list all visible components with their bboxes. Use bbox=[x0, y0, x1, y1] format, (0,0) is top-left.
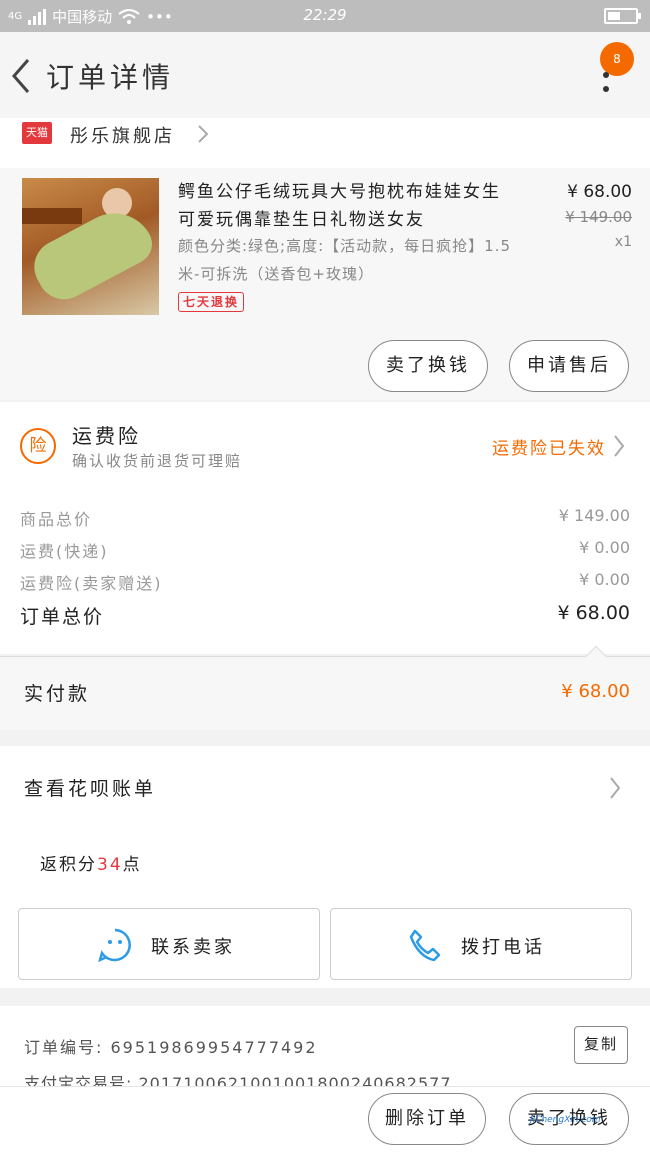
product-spec: 颜色分类:绿色;高度:【活动款，每日疯抢】1.5米-可拆洗（送香包+玫瑰） bbox=[178, 237, 512, 283]
cost-label: 商品总价 bbox=[20, 510, 93, 529]
reward-points-value: 34 bbox=[97, 855, 123, 875]
points-section: 返积分34点 联系卖家 拨打电话 bbox=[0, 828, 650, 988]
page-title: 订单详情 bbox=[46, 61, 175, 94]
product-quantity: x1 bbox=[614, 234, 632, 250]
huabei-bill-row[interactable]: 查看花呗账单 bbox=[0, 746, 650, 828]
cost-label: 运费险(卖家赠送) bbox=[20, 574, 163, 593]
actual-payment-row: 实付款 ¥ 68.00 bbox=[0, 645, 650, 730]
more-menu-icon[interactable] bbox=[600, 72, 612, 112]
store-row[interactable]: 天猫 彤乐旗舰店 bbox=[0, 118, 650, 168]
actual-payment-value: ¥ 68.00 bbox=[561, 681, 630, 702]
return-policy-tag: 七天退换 bbox=[178, 292, 245, 312]
cost-row-goods: 商品总价 ¥ 149.00 bbox=[20, 506, 630, 536]
store-name: 彤乐旗舰店 bbox=[70, 126, 175, 147]
product-price: ¥ 68.00 bbox=[567, 182, 632, 202]
product-original-price: ¥ 149.00 bbox=[565, 208, 632, 226]
battery-icon bbox=[604, 8, 641, 24]
contact-seller-button[interactable]: 联系卖家 bbox=[18, 908, 320, 980]
cost-label: 订单总价 bbox=[20, 606, 105, 628]
product-title: 鳄鱼公仔毛绒玩具大号抱枕布娃娃女生可爱玩偶靠垫生日礼物送女友 bbox=[178, 182, 501, 230]
shipping-insurance-row[interactable]: 险 运费险 确认收货前退货可理赔 运费险已失效 bbox=[0, 402, 650, 484]
huabei-bill-label: 查看花呗账单 bbox=[24, 778, 157, 800]
insurance-subtitle: 确认收货前退货可理赔 bbox=[72, 452, 243, 470]
contact-seller-label: 联系卖家 bbox=[151, 937, 235, 958]
chevron-right-icon bbox=[198, 125, 209, 143]
sell-exchange-button[interactable]: 卖了换钱 bbox=[368, 340, 488, 392]
after-sale-button[interactable]: 申请售后 bbox=[509, 340, 629, 392]
order-info: 订单编号: 69519869954777492 支付宝交易号: 20171006… bbox=[0, 1006, 650, 1086]
chevron-right-icon bbox=[614, 435, 625, 457]
message-badge: 8 bbox=[600, 42, 634, 76]
insurance-status: 运费险已失效 bbox=[492, 439, 606, 459]
bottom-action-bar: 删除订单 卖了换钱 JiChengXin.com bbox=[0, 1086, 650, 1155]
cost-label: 运费(快递) bbox=[20, 542, 109, 561]
cost-row-insurance: 运费险(卖家赠送) ¥ 0.00 bbox=[20, 570, 630, 600]
order-number: 订单编号: 69519869954777492 bbox=[24, 1038, 318, 1057]
cost-value: ¥ 0.00 bbox=[579, 570, 630, 589]
insurance-title: 运费险 bbox=[72, 424, 141, 448]
delete-order-button[interactable]: 删除订单 bbox=[368, 1093, 486, 1145]
cost-summary: 商品总价 ¥ 149.00 运费(快递) ¥ 0.00 运费险(卖家赠送) ¥ … bbox=[0, 484, 650, 654]
reward-points-text: 返积分34点 bbox=[40, 855, 142, 875]
copy-button[interactable]: 复制 bbox=[574, 1026, 628, 1064]
insurance-icon: 险 bbox=[20, 428, 56, 464]
cost-value: ¥ 0.00 bbox=[579, 538, 630, 557]
chat-face-icon bbox=[98, 928, 131, 963]
phone-icon bbox=[409, 929, 441, 962]
cost-row-shipping: 运费(快递) ¥ 0.00 bbox=[20, 538, 630, 568]
call-phone-label: 拨打电话 bbox=[461, 937, 545, 958]
watermark: JiChengXin.com bbox=[530, 1115, 601, 1125]
cost-row-order-total: 订单总价 ¥ 68.00 bbox=[20, 602, 630, 632]
nav-bar: 订单详情 8 bbox=[0, 32, 650, 118]
product-image[interactable] bbox=[22, 178, 159, 315]
call-phone-button[interactable]: 拨打电话 bbox=[330, 908, 632, 980]
clock: 22:29 bbox=[303, 6, 347, 24]
alipay-transaction-number: 支付宝交易号: 2017100621001001800240682577 bbox=[24, 1074, 452, 1086]
chevron-right-icon bbox=[610, 777, 621, 799]
back-arrow-icon[interactable] bbox=[8, 56, 34, 96]
cost-value: ¥ 149.00 bbox=[558, 506, 630, 525]
cost-value: ¥ 68.00 bbox=[557, 602, 630, 624]
tmall-logo-icon: 天猫 bbox=[22, 122, 52, 144]
actual-payment-label: 实付款 bbox=[24, 683, 91, 705]
product-item[interactable]: 鳄鱼公仔毛绒玩具大号抱枕布娃娃女生可爱玩偶靠垫生日礼物送女友 颜色分类:绿色;高… bbox=[0, 168, 650, 400]
status-bar: 4G 中国移动 ••• 22:29 bbox=[0, 0, 650, 32]
